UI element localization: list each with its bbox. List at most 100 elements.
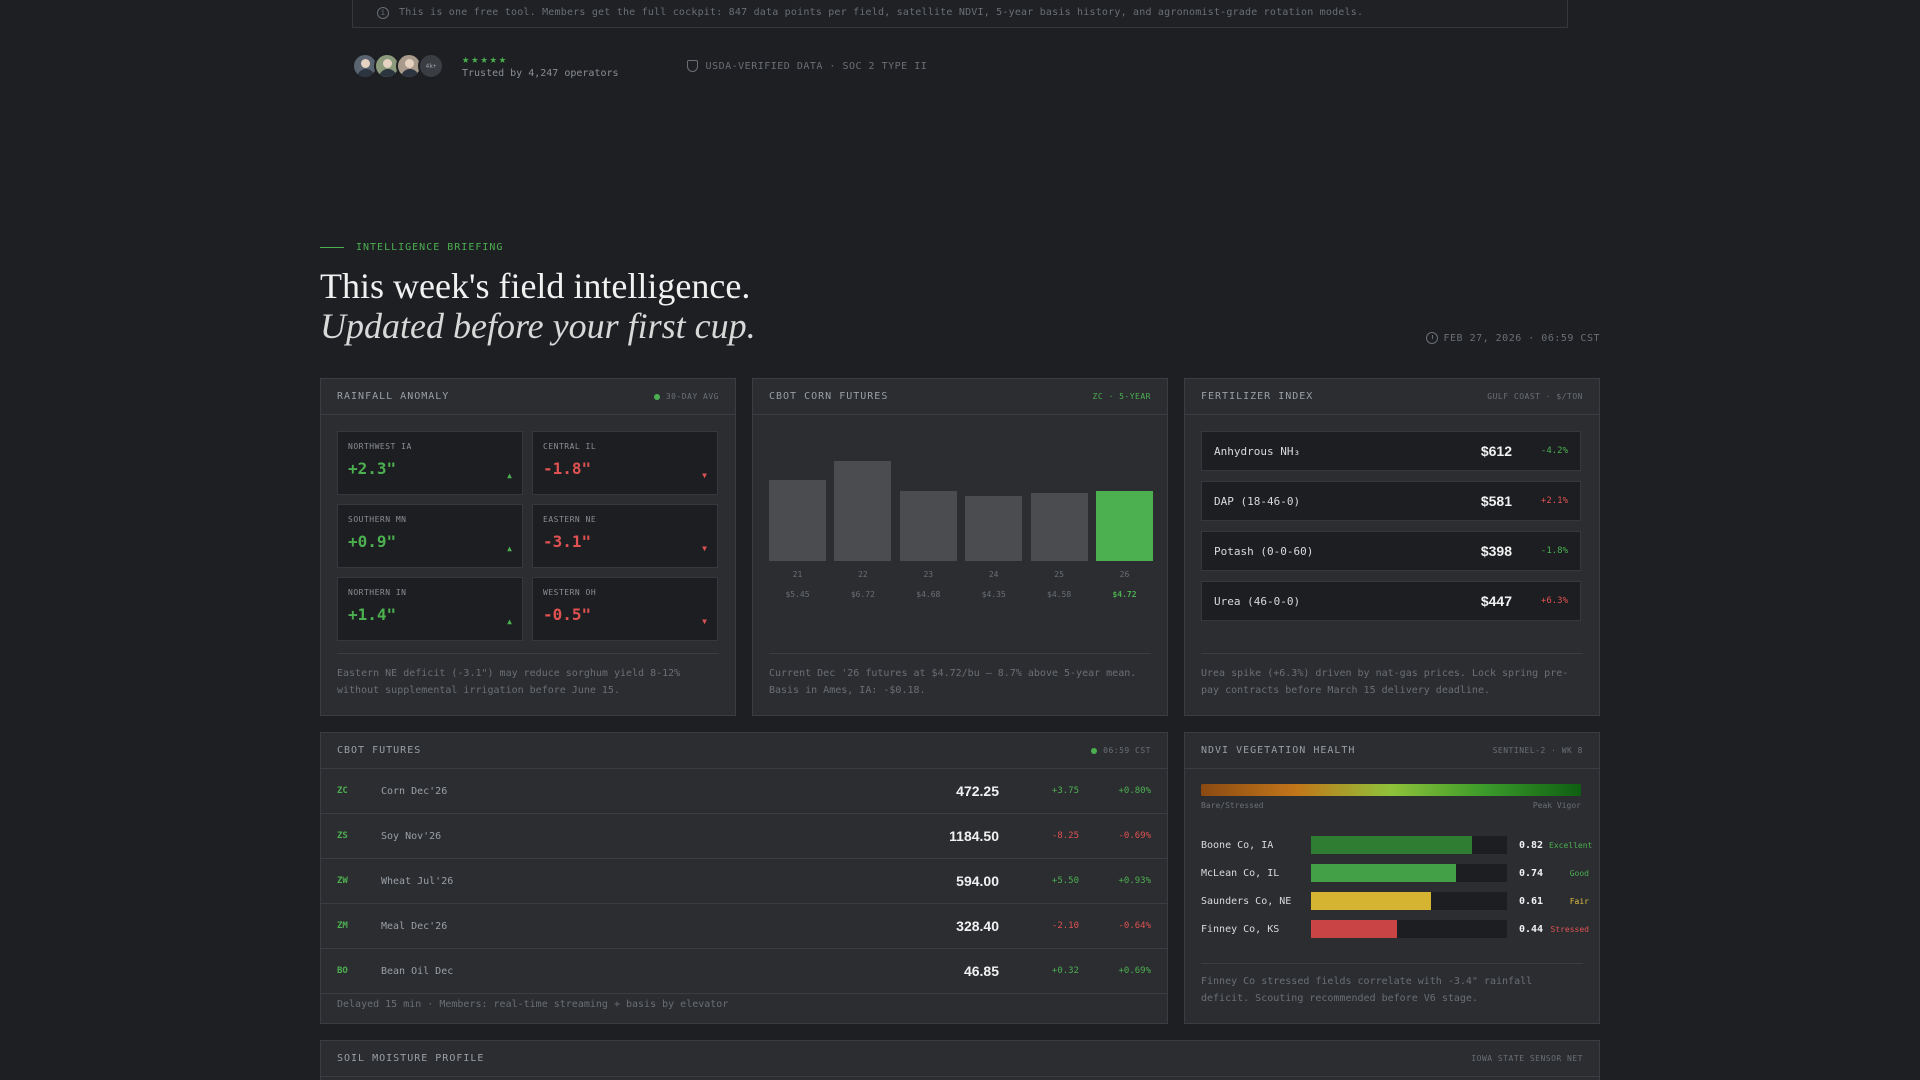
- futures-change: -8.25: [1051, 831, 1079, 841]
- ndvi-county-row[interactable]: Finney Co, KS 0.44 Stressed: [1201, 919, 1601, 939]
- futures-price: 1184.50: [949, 828, 999, 844]
- arrow-down-icon: ▼: [702, 471, 707, 480]
- table-row[interactable]: ZC Corn Dec'26 472.25 +3.75 +0.80%: [321, 769, 1167, 814]
- fertilizer-price: $447: [1480, 593, 1512, 609]
- fertilizer-change: -4.2%: [1540, 446, 1568, 456]
- fertilizer-change: +2.1%: [1540, 496, 1568, 506]
- futures-price: 328.40: [956, 918, 999, 934]
- fertilizer-row[interactable]: Urea (46-0-0) $447 +6.3%: [1201, 581, 1581, 621]
- card-footnote: Eastern NE deficit (-3.1") may reduce so…: [337, 668, 681, 696]
- ndvi-bar-fill: [1311, 892, 1431, 910]
- table-row[interactable]: ZW Wheat Jul'26 594.00 +5.50 +0.93%: [321, 859, 1167, 904]
- fertilizer-row[interactable]: DAP (18-46-0) $581 +2.1%: [1201, 481, 1581, 521]
- ndvi-county-row[interactable]: Saunders Co, NE 0.61 Fair: [1201, 891, 1601, 911]
- scale-high-label: Peak Vigor: [1532, 801, 1581, 810]
- shield-icon: [686, 60, 698, 72]
- bar-price-label: $4.68: [916, 590, 941, 599]
- card-title: FERTILIZER INDEX: [1201, 391, 1314, 402]
- county-name: Saunders Co, NE: [1201, 895, 1292, 907]
- futures-symbol: ZS: [337, 831, 348, 841]
- futures-contract-name: Bean Oil Dec: [381, 965, 454, 977]
- futures-change: -2.10: [1051, 921, 1079, 931]
- ndvi-value: 0.61: [1519, 895, 1544, 907]
- corn-bar: [834, 461, 892, 561]
- ndvi-scale-labels: Bare/Stressed Peak Vigor: [1201, 801, 1581, 810]
- arrow-up-icon: ▲: [507, 471, 512, 480]
- trusted-by-text: Trusted by 4,247 operators: [462, 68, 619, 79]
- fertilizer-name: Urea (46-0-0): [1214, 594, 1301, 608]
- fertilizer-name: DAP (18-46-0): [1214, 494, 1301, 508]
- table-row[interactable]: ZS Soy Nov'26 1184.50 -8.25 -0.69%: [321, 814, 1167, 859]
- verified-text: USDA-VERIFIED DATA · SOC 2 TYPE II: [705, 60, 928, 72]
- fertilizer-price: $612: [1480, 443, 1512, 459]
- fertilizer-index-card: FERTILIZER INDEX GULF COAST · $/TON Anhy…: [1184, 378, 1600, 716]
- info-icon: i: [377, 6, 389, 19]
- card-title: CBOT CORN FUTURES: [769, 391, 889, 402]
- rainfall-anomaly-card: RAINFALL ANOMALY 30-DAY AVG NORTHWEST IA…: [320, 378, 736, 716]
- corn-bar-chart: 21 $5.45 22 $6.72 23 $4.68 24 $4.35 25 $4.58 26 $4.…: [769, 439, 1153, 617]
- rainfall-region-tile: CENTRAL IL -1.8" ▼: [532, 431, 718, 495]
- futures-percent-change: +0.93%: [1118, 876, 1151, 886]
- futures-percent-change: -0.69%: [1118, 831, 1151, 841]
- futures-contract-name: Corn Dec'26: [381, 785, 448, 797]
- ndvi-status-label: Stressed: [1550, 924, 1589, 934]
- bar-price-label: $4.58: [1047, 590, 1072, 599]
- fertilizer-price: $398: [1480, 543, 1512, 559]
- trust-row: 4k+ ★★★★★ Trusted by 4,247 operators USD…: [352, 53, 927, 79]
- card-title: SOIL MOISTURE PROFILE: [337, 1053, 485, 1064]
- card-footnote: Current Dec '26 futures at $4.72/bu — 8.…: [769, 668, 1137, 696]
- ndvi-bar-track: [1311, 836, 1507, 854]
- futures-symbol: ZC: [337, 786, 348, 796]
- ndvi-card: NDVI VEGETATION HEALTH SENTINEL-2 · WK 8…: [1184, 732, 1600, 1024]
- county-name: McLean Co, IL: [1201, 867, 1280, 879]
- page-title: This week's field intelligence.: [320, 266, 751, 306]
- futures-price: 472.25: [956, 783, 999, 799]
- rating-stars-icon: ★★★★★: [462, 52, 509, 66]
- ndvi-status-label: Good: [1569, 868, 1589, 878]
- bar-price-label: $6.72: [850, 590, 875, 599]
- card-tag: ZC · 5-YEAR: [1092, 392, 1151, 401]
- corn-bar: [899, 491, 957, 561]
- ndvi-gradient-scale: [1201, 784, 1581, 796]
- fertilizer-row[interactable]: Anhydrous NH₃ $612 -4.2%: [1201, 431, 1581, 471]
- rainfall-region-tile: EASTERN NE -3.1" ▼: [532, 504, 718, 568]
- futures-change: +5.50: [1051, 876, 1079, 886]
- verified-badge: USDA-VERIFIED DATA · SOC 2 TYPE II: [686, 60, 928, 72]
- ndvi-bar-track: [1311, 892, 1507, 910]
- divider: [1201, 653, 1583, 654]
- region-label: WESTERN OH: [543, 588, 597, 597]
- bar-price-label: $5.45: [785, 590, 810, 599]
- scale-low-label: Bare/Stressed: [1201, 801, 1264, 810]
- futures-percent-change: +0.69%: [1118, 966, 1151, 976]
- live-dot-icon: [653, 393, 660, 400]
- card-tag: 06:59 CST: [1091, 746, 1151, 755]
- fertilizer-row[interactable]: Potash (0-0-60) $398 -1.8%: [1201, 531, 1581, 571]
- rainfall-value: +0.9": [348, 532, 397, 551]
- ndvi-county-row[interactable]: Boone Co, IA 0.82 Excellent: [1201, 835, 1601, 855]
- ndvi-value: 0.44: [1519, 923, 1544, 935]
- card-footnote: Urea spike (+6.3%) driven by nat-gas pri…: [1201, 668, 1569, 696]
- ndvi-county-row[interactable]: McLean Co, IL 0.74 Good: [1201, 863, 1601, 883]
- ndvi-value: 0.82: [1519, 839, 1544, 851]
- notice-text: This is one free tool. Members get the f…: [399, 7, 1364, 18]
- divider: [337, 653, 719, 654]
- table-row[interactable]: ZM Meal Dec'26 328.40 -2.10 -0.64%: [321, 904, 1167, 949]
- bar-year-label: 23: [923, 570, 934, 579]
- county-name: Boone Co, IA: [1201, 839, 1274, 851]
- futures-table: ZC Corn Dec'26 472.25 +3.75 +0.80% ZS Soy Nov'…: [321, 769, 1167, 994]
- region-label: NORTHERN IN: [348, 588, 407, 597]
- table-row[interactable]: BO Bean Oil Dec 46.85 +0.32 +0.69%: [321, 949, 1167, 994]
- bar-year-label: 21: [792, 570, 803, 579]
- card-footnote: Delayed 15 min · Members: real-time stre…: [337, 999, 729, 1010]
- fertilizer-price: $581: [1480, 493, 1512, 509]
- region-label: SOUTHERN MN: [348, 515, 407, 524]
- card-title: NDVI VEGETATION HEALTH: [1201, 745, 1356, 756]
- card-footnote: Finney Co stressed fields correlate with…: [1201, 976, 1533, 1004]
- ndvi-bar-fill: [1311, 836, 1472, 854]
- card-title: CBOT FUTURES: [337, 745, 422, 756]
- corn-bar: [1096, 490, 1153, 561]
- rainfall-value: +2.3": [348, 459, 397, 478]
- region-label: CENTRAL IL: [543, 442, 597, 451]
- ndvi-bar-fill: [1311, 864, 1457, 882]
- avatar-more-count: 4k+: [418, 53, 444, 79]
